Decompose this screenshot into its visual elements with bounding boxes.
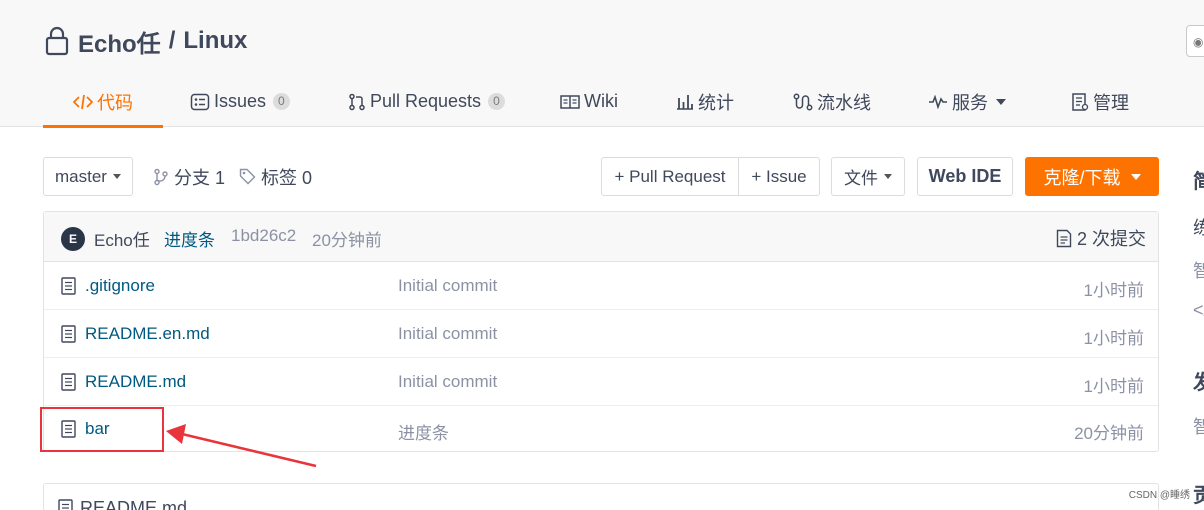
new-pull-request-button[interactable]: + Pull Request — [601, 157, 739, 196]
repo-tabs: 代码 Issues 0 Pull Requests 0 Wiki 统计 流水线 … — [0, 76, 1204, 128]
pull-request-icon — [349, 93, 365, 110]
sidebar-fragment: 练 — [1193, 218, 1204, 238]
repo-separator: / — [168, 27, 176, 54]
readme-panel: README.md — [43, 483, 1159, 510]
file-commit-message-link[interactable]: Initial commit — [398, 372, 497, 392]
chevron-down-icon — [884, 174, 892, 179]
commit-hash-link[interactable]: 1bd26c2 — [231, 226, 296, 246]
sidebar-fragment: 发 — [1193, 372, 1204, 394]
tab-pipeline[interactable]: 流水线 — [793, 76, 871, 127]
repo-name-link[interactable]: Linux — [183, 27, 247, 55]
annotation-highlight-box — [40, 407, 164, 452]
branch-select[interactable]: master — [43, 157, 133, 196]
tab-label: Pull Requests — [370, 91, 482, 111]
chevron-down-icon — [1130, 173, 1141, 180]
avatar[interactable]: E — [61, 227, 85, 251]
sidebar-fragment: </ — [1193, 300, 1204, 320]
file-row[interactable]: bar 进度条 20分钟前 — [44, 405, 1158, 453]
tab-services[interactable]: 服务 — [928, 76, 1006, 127]
repo-toolbar: master 分支 1 标签 0 + Pull Request + Issue … — [43, 157, 1159, 197]
chevron-down-icon — [996, 98, 1006, 105]
file-row[interactable]: README.en.md Initial commit 1小时前 — [44, 310, 1158, 358]
file-commit-message-link[interactable]: Initial commit — [398, 324, 497, 344]
tab-stats[interactable]: 统计 — [676, 76, 734, 127]
file-list: E Echo任 进度条 1bd26c2 20分钟前 2 次提交 .gitigno… — [43, 211, 1159, 452]
pipeline-icon — [793, 93, 813, 110]
files-dropdown[interactable]: 文件 — [831, 157, 905, 196]
file-row[interactable]: README.md Initial commit 1小时前 — [44, 358, 1158, 406]
code-icon — [73, 94, 93, 109]
file-icon — [58, 499, 73, 510]
tag-icon — [239, 168, 256, 185]
repo-header: Echo任 / Linux ◉ 代码 Issues 0 Pull Request… — [0, 0, 1204, 128]
tab-wiki[interactable]: Wiki — [560, 76, 618, 127]
sidebar-fragment: 简 — [1193, 171, 1204, 193]
issues-count-badge: 0 — [273, 93, 290, 110]
web-ide-button[interactable]: Web IDE — [917, 157, 1013, 196]
clone-download-label: 克隆/下载 — [1043, 167, 1121, 188]
new-issue-label: + Issue — [751, 166, 807, 186]
file-time: 1小时前 — [1083, 281, 1144, 300]
branch-icon — [154, 168, 168, 185]
wiki-icon — [560, 94, 580, 109]
file-time: 1小时前 — [1083, 377, 1144, 396]
sidebar-fragment: 智 — [1193, 261, 1204, 281]
watermark: CSDN @睡绣 — [1128, 490, 1190, 501]
repo-title: Echo任 / Linux — [44, 24, 247, 59]
readme-title: README.md — [80, 498, 188, 510]
tags-count: 标签 0 — [261, 167, 313, 188]
file-time: 20分钟前 — [1074, 424, 1144, 443]
file-name-link[interactable]: README.en.md — [85, 324, 210, 344]
file-icon — [61, 277, 76, 295]
tab-label: 流水线 — [817, 92, 871, 113]
tab-label: 服务 — [952, 92, 988, 113]
latest-commit-bar: E Echo任 进度条 1bd26c2 20分钟前 2 次提交 — [44, 212, 1158, 262]
file-commit-message-link[interactable]: Initial commit — [398, 276, 497, 296]
tab-pull-requests[interactable]: Pull Requests 0 — [348, 76, 505, 127]
file-commit-message-link[interactable]: 进度条 — [398, 419, 449, 444]
lock-icon — [45, 26, 69, 56]
tab-label: Issues — [214, 91, 267, 111]
file-name-link[interactable]: .gitignore — [85, 276, 155, 296]
tab-label: Wiki — [584, 91, 618, 111]
branches-link[interactable]: 分支 1 — [153, 157, 225, 196]
commit-message-link[interactable]: 进度条 — [164, 226, 215, 251]
manage-icon — [1072, 92, 1089, 111]
tab-issues[interactable]: Issues 0 — [190, 76, 290, 127]
tab-label: 代码 — [97, 92, 133, 113]
clone-download-button[interactable]: 克隆/下载 — [1025, 157, 1159, 196]
sidebar-fragment: 智 — [1193, 417, 1204, 437]
commits-icon — [1056, 229, 1072, 247]
commit-time: 20分钟前 — [312, 231, 382, 250]
sidebar-partial: 简 练 智 </ 发 智 贡 — [1193, 0, 1204, 510]
new-pull-request-label: + Pull Request — [614, 166, 726, 186]
sidebar-fragment: 贡 — [1193, 485, 1204, 507]
file-row[interactable]: .gitignore Initial commit 1小时前 — [44, 262, 1158, 310]
pr-count-badge: 0 — [488, 93, 505, 110]
commit-author-link[interactable]: Echo任 — [94, 226, 150, 251]
file-icon — [61, 325, 76, 343]
files-dropdown-label: 文件 — [844, 169, 878, 188]
file-name-link[interactable]: README.md — [85, 372, 186, 392]
new-issue-button[interactable]: + Issue — [738, 157, 820, 196]
chevron-down-icon — [112, 174, 121, 179]
branch-select-label: master — [55, 166, 107, 186]
service-icon — [929, 94, 947, 109]
issues-icon — [190, 93, 210, 110]
commits-count: 2 次提交 — [1076, 229, 1146, 249]
tab-code[interactable]: 代码 — [43, 76, 163, 128]
repo-owner-link[interactable]: Echo任 — [78, 24, 161, 59]
tab-label: 管理 — [1093, 92, 1129, 113]
file-time: 1小时前 — [1083, 329, 1144, 348]
web-ide-label: Web IDE — [928, 166, 1002, 186]
file-icon — [61, 373, 76, 391]
tab-manage[interactable]: 管理 — [1071, 76, 1129, 127]
tab-label: 统计 — [698, 92, 734, 113]
branches-count: 分支 1 — [174, 167, 226, 188]
commits-count-link[interactable]: 2 次提交 — [1056, 225, 1146, 251]
tags-link[interactable]: 标签 0 — [239, 157, 312, 196]
stats-icon — [677, 94, 693, 110]
